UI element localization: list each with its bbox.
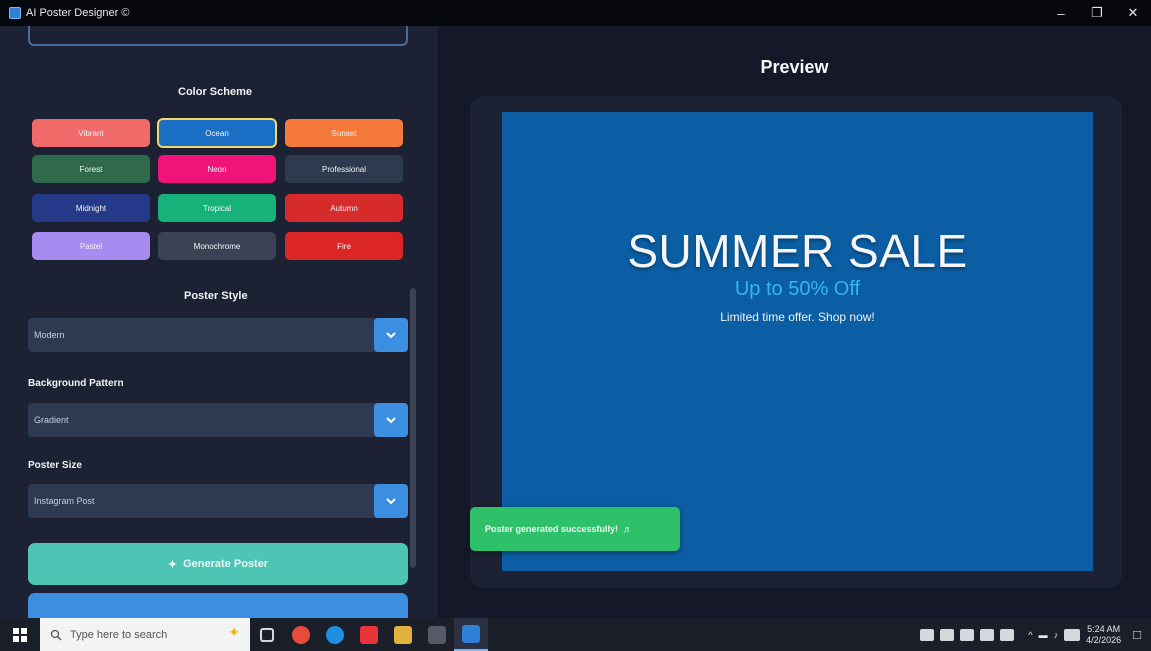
minimize-button[interactable]: – bbox=[1043, 0, 1079, 26]
color-swatch-forest[interactable]: Forest bbox=[32, 155, 150, 183]
poster-canvas: SUMMER SALE Up to 50% Off Limited time o… bbox=[502, 112, 1093, 571]
tray-camera-icon[interactable] bbox=[940, 628, 955, 641]
chevron-down-icon[interactable] bbox=[374, 318, 408, 352]
taskbar: Type here to search ✦ ^ ▬ ♪ 5:24 AM 4/2/… bbox=[0, 618, 1151, 651]
chevron-up-icon[interactable]: ^ bbox=[1028, 630, 1032, 640]
keyboard-icon[interactable] bbox=[1064, 628, 1081, 641]
panel-scrollbar[interactable] bbox=[410, 288, 416, 568]
app-icon bbox=[9, 7, 21, 19]
chrome-icon[interactable] bbox=[284, 618, 318, 651]
copilot-sparkle-icon: ✦ bbox=[228, 624, 240, 640]
window-titlebar: AI Poster Designer © – ❐ ✕ bbox=[0, 0, 1151, 26]
restore-button[interactable]: ❐ bbox=[1079, 0, 1115, 26]
notification-icon[interactable]: □ bbox=[1133, 627, 1141, 642]
color-swatch-neon[interactable]: Neon bbox=[158, 155, 276, 183]
download-button[interactable] bbox=[28, 593, 408, 618]
color-swatch-autumn[interactable]: Autumn bbox=[285, 194, 403, 222]
color-swatch-fire[interactable]: Fire bbox=[285, 232, 403, 260]
wps-icon[interactable] bbox=[352, 618, 386, 651]
poster-style-select[interactable]: Modern bbox=[28, 318, 408, 352]
tray-video-icon[interactable] bbox=[960, 628, 975, 641]
background-pattern-label: Background Pattern bbox=[28, 378, 124, 389]
background-pattern-select[interactable]: Gradient bbox=[28, 403, 408, 437]
tray-files-icon[interactable] bbox=[980, 628, 995, 641]
taskbar-search[interactable]: Type here to search ✦ bbox=[40, 618, 250, 651]
settings-panel: Color Scheme Vibrant Ocean Sunset Forest Neo… bbox=[0, 26, 438, 618]
network-icon[interactable]: ▬ bbox=[1039, 630, 1048, 640]
color-swatch-ocean[interactable]: Ocean bbox=[157, 118, 277, 148]
generate-poster-button[interactable]: ✦ Generate Poster bbox=[28, 543, 408, 585]
background-pattern-value: Gradient bbox=[34, 415, 69, 425]
color-swatch-tropical[interactable]: Tropical bbox=[158, 194, 276, 222]
file-explorer-icon[interactable] bbox=[386, 618, 420, 651]
poster-size-select[interactable]: Instagram Post bbox=[28, 484, 408, 518]
sparkle-icon: ✦ bbox=[167, 558, 178, 571]
poster-app-taskbar-icon[interactable] bbox=[454, 618, 488, 651]
success-toast: Poster generated successfully! ♬ bbox=[470, 507, 680, 551]
poster-body-text: Limited time offer. Shop now! bbox=[720, 310, 875, 324]
color-swatch-vibrant[interactable]: Vibrant bbox=[32, 119, 150, 147]
poster-headline: SUMMER SALE bbox=[627, 225, 968, 277]
color-swatch-professional[interactable]: Professional bbox=[285, 155, 403, 183]
preview-title: Preview bbox=[760, 57, 829, 77]
clock[interactable]: 5:24 AM 4/2/2026 bbox=[1086, 624, 1121, 646]
system-tray: ^ ▬ ♪ 5:24 AM 4/2/2026 □ bbox=[920, 618, 1151, 651]
window-controls: – ❐ ✕ bbox=[1043, 0, 1151, 26]
chevron-down-icon[interactable] bbox=[374, 403, 408, 437]
color-swatch-monochrome[interactable]: Monochrome bbox=[158, 232, 276, 260]
color-swatch-sunset[interactable]: Sunset bbox=[285, 119, 403, 147]
edge-icon[interactable] bbox=[318, 618, 352, 651]
prompt-input[interactable] bbox=[28, 26, 408, 46]
windows-icon bbox=[13, 627, 27, 642]
tray-settings-icon[interactable] bbox=[1000, 628, 1015, 641]
poster-size-label: Poster Size bbox=[28, 460, 82, 471]
search-placeholder: Type here to search bbox=[70, 628, 168, 641]
toast-message: Poster generated successfully! bbox=[485, 524, 619, 534]
tray-app-icon[interactable] bbox=[920, 628, 935, 641]
search-icon bbox=[50, 629, 62, 640]
chevron-down-icon[interactable] bbox=[374, 484, 408, 518]
close-button[interactable]: ✕ bbox=[1115, 0, 1151, 26]
poster-subheadline: Up to 50% Off bbox=[734, 278, 861, 300]
task-view-icon[interactable] bbox=[250, 618, 284, 651]
poster-style-value: Modern bbox=[34, 330, 65, 340]
terminal-icon[interactable] bbox=[420, 618, 454, 651]
poster-size-value: Instagram Post bbox=[34, 496, 95, 506]
color-swatch-pastel[interactable]: Pastel bbox=[32, 232, 150, 260]
generate-poster-label: Generate Poster bbox=[183, 558, 269, 570]
window-title: AI Poster Designer © bbox=[26, 7, 130, 19]
color-scheme-title: Color Scheme bbox=[178, 86, 252, 98]
party-icon: ♬ bbox=[623, 524, 633, 534]
color-swatch-midnight[interactable]: Midnight bbox=[32, 194, 150, 222]
clock-date: 4/2/2026 bbox=[1086, 634, 1122, 645]
volume-icon[interactable]: ♪ bbox=[1054, 630, 1059, 640]
start-button[interactable] bbox=[0, 618, 40, 651]
clock-time: 5:24 AM bbox=[1087, 623, 1121, 634]
poster-style-title: Poster Style bbox=[184, 290, 248, 302]
